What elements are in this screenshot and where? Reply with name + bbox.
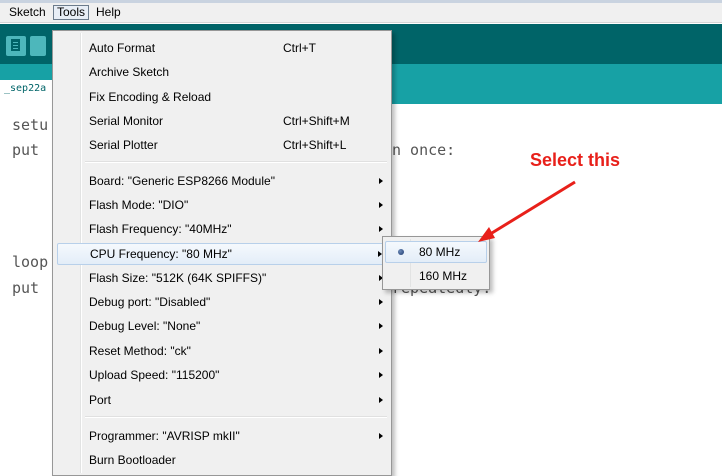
submenu-option-160mhz[interactable]: 160 MHz <box>385 265 487 287</box>
menu-item-reset-method[interactable]: Reset Method: "ck" <box>83 340 387 362</box>
menu-help[interactable]: Help <box>93 5 124 20</box>
submenu-arrow-icon <box>379 226 383 232</box>
menu-item-label: Port <box>89 393 112 407</box>
submenu-arrow-icon <box>379 372 383 378</box>
code-line: setu <box>12 116 49 134</box>
sketch-tab-label: _sep22a <box>4 83 47 94</box>
menu-item-label: Reset Method: "ck" <box>89 344 191 358</box>
open-sketch-button[interactable] <box>30 36 46 56</box>
menu-item-label: Serial Plotter <box>89 138 158 152</box>
menu-item-label: Programmer: "AVRISP mkII" <box>89 429 240 443</box>
menu-item-upload-speed[interactable]: Upload Speed: "115200" <box>83 364 387 386</box>
menu-item-label: Serial Monitor <box>89 114 164 128</box>
code-line: put <box>12 141 40 159</box>
submenu-option-80mhz[interactable]: 80 MHz <box>385 241 487 263</box>
menu-item-label: Fix Encoding & Reload <box>89 90 212 104</box>
menu-item-label: CPU Frequency: "80 MHz" <box>90 247 232 261</box>
menu-item-label: Flash Mode: "DIO" <box>89 198 189 212</box>
menu-item-shortcut: Ctrl+Shift+M <box>283 114 350 128</box>
menu-sketch[interactable]: Sketch <box>6 5 49 20</box>
menu-item-label: Flash Frequency: "40MHz" <box>89 222 232 236</box>
menu-item-fix-encoding[interactable]: Fix Encoding & Reload <box>83 86 387 108</box>
submenu-option-label: 160 MHz <box>419 269 468 283</box>
menu-item-label: Flash Size: "512K (64K SPIFFS)" <box>89 271 267 285</box>
menu-item-debug-level[interactable]: Debug Level: "None" <box>83 315 387 337</box>
menu-item-flash-size[interactable]: Flash Size: "512K (64K SPIFFS)" <box>83 267 387 289</box>
new-file-icon <box>11 39 20 51</box>
menu-item-label: Upload Speed: "115200" <box>89 368 220 382</box>
menu-separator <box>85 161 387 163</box>
menu-item-archive-sketch[interactable]: Archive Sketch <box>83 61 387 83</box>
menu-item-flash-frequency[interactable]: Flash Frequency: "40MHz" <box>83 218 387 240</box>
radio-selected-icon <box>398 249 404 255</box>
submenu-arrow-icon <box>379 299 383 305</box>
menu-item-label: Archive Sketch <box>89 65 170 79</box>
menu-item-shortcut: Ctrl+T <box>283 41 316 55</box>
menu-item-cpu-frequency[interactable]: CPU Frequency: "80 MHz" <box>57 243 387 265</box>
menu-item-port[interactable]: Port <box>83 389 387 411</box>
new-sketch-button[interactable] <box>6 36 26 56</box>
submenu-arrow-icon <box>379 397 383 403</box>
menu-item-label: Debug port: "Disabled" <box>89 295 211 309</box>
submenu-arrow-icon <box>379 433 383 439</box>
menu-item-label: Board: "Generic ESP8266 Module" <box>89 174 275 188</box>
menu-item-serial-monitor[interactable]: Serial Monitor Ctrl+Shift+M <box>83 110 387 132</box>
submenu-arrow-icon <box>379 178 383 184</box>
menu-item-label: Debug Level: "None" <box>89 319 201 333</box>
submenu-arrow-icon <box>379 348 383 354</box>
menu-item-shortcut: Ctrl+Shift+L <box>283 138 347 152</box>
code-line: n once: <box>392 141 456 159</box>
annotation-label: Select this <box>530 150 621 170</box>
menu-item-debug-port[interactable]: Debug port: "Disabled" <box>83 291 387 313</box>
menu-item-label: Burn Bootloader <box>89 453 176 467</box>
submenu-arrow-icon <box>379 202 383 208</box>
code-line: loop <box>12 253 49 271</box>
sketch-tab[interactable]: _sep22a <box>0 80 60 104</box>
submenu-arrow-icon <box>379 323 383 329</box>
menu-item-serial-plotter[interactable]: Serial Plotter Ctrl+Shift+L <box>83 134 387 156</box>
submenu-option-label: 80 MHz <box>419 245 461 259</box>
code-line: put <box>12 279 40 297</box>
menu-item-flash-mode[interactable]: Flash Mode: "DIO" <box>83 194 387 216</box>
menu-item-label: Auto Format <box>89 41 156 55</box>
menu-item-board[interactable]: Board: "Generic ESP8266 Module" <box>83 170 387 192</box>
menu-item-burn-bootloader[interactable]: Burn Bootloader <box>83 449 387 471</box>
menu-tools[interactable]: Tools <box>53 5 90 20</box>
cpu-frequency-submenu: 80 MHz 160 MHz <box>382 236 490 290</box>
menu-bar: Sketch Tools Help <box>0 3 722 23</box>
menu-separator <box>85 416 387 418</box>
menu-item-auto-format[interactable]: Auto Format Ctrl+T <box>83 37 387 59</box>
tools-menu: Auto Format Ctrl+T Archive Sketch Fix En… <box>52 30 392 476</box>
menu-item-programmer[interactable]: Programmer: "AVRISP mkII" <box>83 425 387 447</box>
